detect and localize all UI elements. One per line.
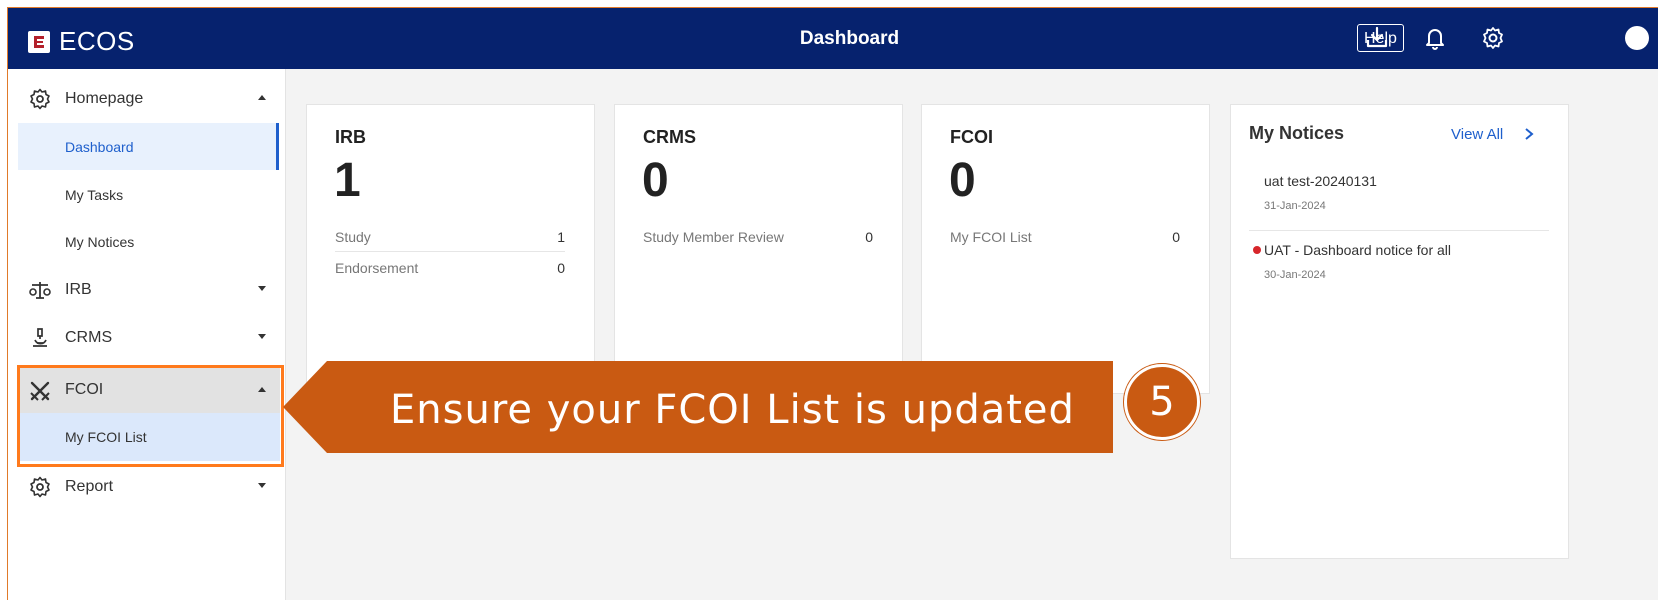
sidebar-group-label: IRB <box>65 280 92 298</box>
step-number-badge: 5 <box>1124 364 1200 440</box>
sidebar-group-fcoi[interactable]: FCOI <box>20 367 280 413</box>
notice-date: 31-Jan-2024 <box>1264 200 1326 212</box>
sidebar-group-label: CRMS <box>65 328 113 346</box>
sidebar-group-report[interactable]: Report <box>18 463 280 510</box>
irb-card[interactable]: IRB 1 Study 1 Endorsement 0 <box>306 104 595 394</box>
avatar[interactable] <box>1625 26 1649 50</box>
card-title: FCOI <box>950 127 993 147</box>
card-count: 0 <box>949 154 976 207</box>
notice-title: UAT - Dashboard notice for all <box>1264 242 1452 258</box>
card-row-endorsement[interactable]: Endorsement 0 <box>335 253 565 283</box>
sidebar: Homepage Dashboard My Tasks My Notices I… <box>8 69 286 600</box>
scales-icon <box>29 282 51 299</box>
notice-title: uat test-20240131 <box>1264 173 1377 189</box>
download-icon[interactable] <box>1364 25 1390 51</box>
chevron-down-icon <box>258 286 266 291</box>
card-row-my-fcoi-list[interactable]: My FCOI List 0 <box>950 222 1180 252</box>
sidebar-item-dashboard[interactable]: Dashboard <box>18 123 279 170</box>
sidebar-group-label: Report <box>65 477 114 495</box>
sidebar-group-label: FCOI <box>65 381 104 398</box>
chevron-right-icon[interactable] <box>1524 127 1534 141</box>
sidebar-group-crms[interactable]: CRMS <box>18 314 280 361</box>
sidebar-group-homepage[interactable]: Homepage <box>18 75 280 122</box>
gear-icon <box>30 476 50 498</box>
sidebar-group-label: Homepage <box>65 89 144 107</box>
row-label: My FCOI List <box>950 229 1032 245</box>
notice-title-row: UAT - Dashboard notice for all <box>1253 242 1553 258</box>
bell-icon[interactable] <box>1422 25 1448 51</box>
card-row-study-member-review[interactable]: Study Member Review 0 <box>643 222 873 252</box>
microscope-icon <box>33 328 47 347</box>
row-value: 0 <box>557 260 565 276</box>
chevron-up-icon <box>258 387 266 392</box>
row-value: 1 <box>557 228 565 245</box>
unread-dot-icon <box>1253 246 1261 254</box>
crossed-swords-icon <box>30 381 50 401</box>
app-window: ECOS Dashboard Help Homepage Dashboard M… <box>7 7 1658 600</box>
sidebar-item-my-notices[interactable]: My Notices <box>18 218 276 265</box>
callout-text: Ensure your FCOI List is updated <box>390 387 1075 433</box>
notice-date: 30-Jan-2024 <box>1264 269 1326 281</box>
gear-icon <box>30 88 50 110</box>
sidebar-item-my-tasks[interactable]: My Tasks <box>18 171 276 218</box>
row-value: 0 <box>1172 229 1180 245</box>
row-label: Study Member Review <box>643 229 784 245</box>
crms-card[interactable]: CRMS 0 Study Member Review 0 <box>614 104 903 394</box>
sidebar-group-irb[interactable]: IRB <box>18 266 280 313</box>
notices-title: My Notices <box>1249 123 1345 143</box>
row-label: Study <box>335 228 371 245</box>
page-title: Dashboard <box>799 28 900 49</box>
notice-item[interactable]: uat test-20240131 31-Jan-2024 <box>1264 173 1564 212</box>
gear-icon[interactable] <box>1480 25 1506 51</box>
view-all-link[interactable]: View All <box>1451 126 1503 143</box>
card-count: 1 <box>334 154 361 207</box>
my-notices-panel: My Notices View All uat test-20240131 31… <box>1230 104 1569 559</box>
card-row-study[interactable]: Study 1 <box>335 222 565 252</box>
card-count: 0 <box>642 154 669 207</box>
divider <box>1249 230 1549 231</box>
chevron-up-icon <box>258 95 266 100</box>
fcoi-card[interactable]: FCOI 0 My FCOI List 0 <box>921 104 1210 394</box>
card-title: IRB <box>335 127 366 147</box>
row-label: Endorsement <box>335 260 419 276</box>
notice-item[interactable]: UAT - Dashboard notice for all 30-Jan-20… <box>1253 242 1553 281</box>
card-title: CRMS <box>643 127 696 147</box>
row-value: 0 <box>865 229 873 245</box>
sidebar-item-my-fcoi-list[interactable]: My FCOI List <box>20 413 280 461</box>
chevron-down-icon <box>258 483 266 488</box>
chevron-down-icon <box>258 334 266 339</box>
top-bar: ECOS Dashboard Help <box>8 8 1658 69</box>
